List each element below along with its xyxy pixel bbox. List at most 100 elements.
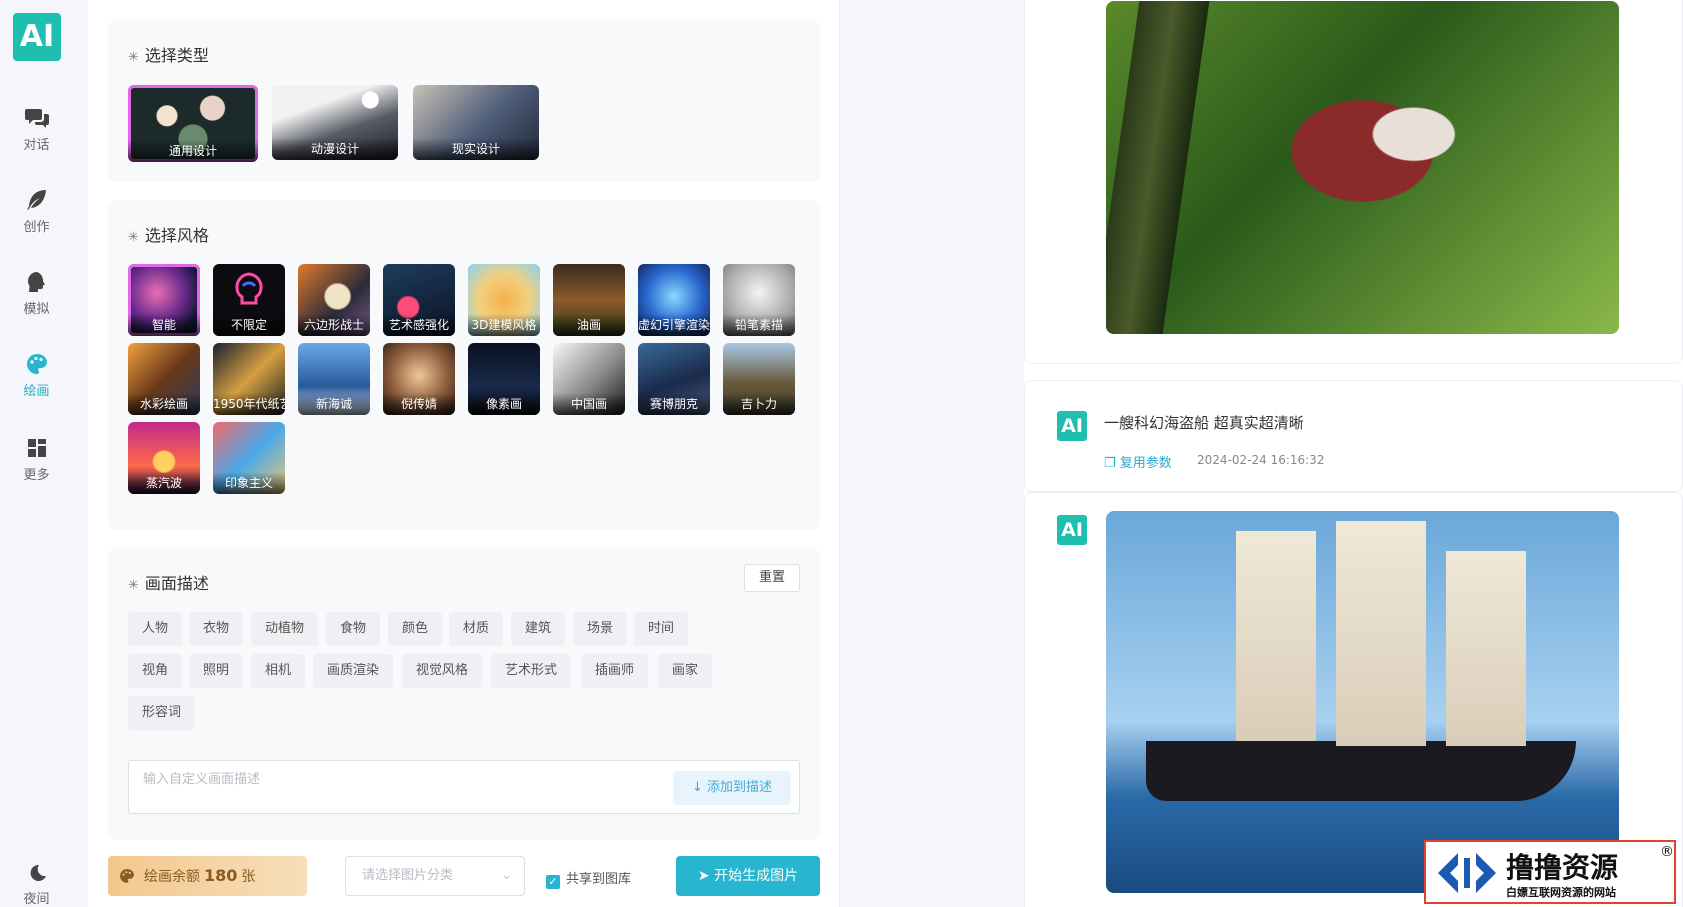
style-thumb-ghibli[interactable]: 吉卜力: [723, 343, 795, 415]
image-category-select[interactable]: 请选择图片分类 ⌄: [345, 856, 525, 896]
watermark-logo: 撸撸资源 ® 白嫖互联网资源的网站: [1424, 840, 1676, 904]
style-thumb-3d[interactable]: 3D建模风格: [468, 264, 540, 336]
timestamp: 2024-02-24 16:16:32: [1197, 453, 1325, 467]
feather-icon: [26, 190, 46, 210]
style-thumb-pencil[interactable]: 铅笔素描: [723, 264, 795, 336]
ai-badge: AI: [1057, 515, 1087, 545]
add-to-description-button[interactable]: ↓ 添加到描述: [673, 771, 791, 805]
style-thumb-impressionism[interactable]: 印象主义: [213, 422, 285, 494]
generated-image-ship[interactable]: [1106, 511, 1619, 893]
description-card: ✳ 画面描述 重置 人物 衣物 动植物 食物 颜色 材质 建筑 场景 时间 视角 …: [108, 548, 820, 840]
registered-mark: ®: [1660, 844, 1674, 860]
style-thumb-smart[interactable]: 智能: [128, 264, 200, 336]
custom-description-box: ↓ 添加到描述: [128, 760, 800, 814]
style-thumb-chinese[interactable]: 中国画: [553, 343, 625, 415]
night-mode-label: 夜间: [23, 892, 50, 907]
night-mode-toggle[interactable]: 夜间: [0, 862, 73, 907]
tag-painter[interactable]: 画家: [658, 654, 713, 688]
tag-adjective[interactable]: 形容词: [128, 696, 196, 730]
head-icon: [27, 272, 45, 292]
asterisk-icon: ✳: [128, 230, 139, 245]
sidebar-item-chat[interactable]: 对话: [0, 106, 73, 153]
tag-render-quality[interactable]: 画质渲染: [313, 654, 394, 688]
tag-perspective[interactable]: 视角: [128, 654, 183, 688]
palette-icon: [26, 354, 47, 374]
style-thumb-art[interactable]: 艺术感强化: [383, 264, 455, 336]
ai-badge: AI: [1057, 411, 1087, 441]
sidebar-item-more[interactable]: 更多: [0, 436, 73, 483]
copy-icon: ❐: [1104, 456, 1120, 471]
drawing-settings-panel: ✳ 选择类型 通用设计 动漫设计 现实设计 ✳ 选择风格 智能 不限定 六边形战士 …: [88, 0, 840, 907]
tag-material[interactable]: 材质: [449, 612, 504, 646]
tag-color[interactable]: 颜色: [388, 612, 443, 646]
style-thumb-vaporwave[interactable]: 蒸汽波: [128, 422, 200, 494]
watermark-emblem-icon: [1438, 853, 1496, 893]
style-thumb-oil[interactable]: 油画: [553, 264, 625, 336]
style-thumb-cyberpunk[interactable]: 赛博朋克: [638, 343, 710, 415]
tag-illustrator[interactable]: 插画师: [581, 654, 649, 688]
prompt-card: AI: [1024, 380, 1683, 492]
asterisk-icon: ✳: [128, 578, 139, 593]
prompt-text: 一艘科幻海盗船 超真实超清晰: [1104, 414, 1304, 432]
type-card: ✳ 选择类型 通用设计 动漫设计 现实设计: [108, 20, 820, 182]
sidebar-item-label: 绘画: [23, 384, 50, 399]
tag-visual-style[interactable]: 视觉风格: [402, 654, 483, 688]
type-section-title: ✳ 选择类型: [128, 46, 209, 65]
quota-value: 180: [204, 866, 238, 885]
type-thumb-realistic[interactable]: 现实设计: [413, 85, 539, 160]
tag-time[interactable]: 时间: [634, 612, 689, 646]
tree-trunk: [1106, 1, 1210, 334]
grid-icon: [27, 439, 46, 457]
tag-food[interactable]: 食物: [326, 612, 381, 646]
style-thumb-unreal[interactable]: 虚幻引擎渲染: [638, 264, 710, 336]
results-feed: AI 一艘科幻海盗船 超真实超清晰 ❐ 复用参数 2024-02-24 16:1…: [1024, 0, 1683, 907]
chat-icon: [24, 109, 49, 128]
ship-hull: [1146, 741, 1576, 801]
share-to-gallery-checkbox[interactable]: ✓ 共享到图库: [546, 868, 631, 889]
style-card: ✳ 选择风格 智能 不限定 六边形战士 艺术感强化 3D建模风格 油画 虚幻引擎渲…: [108, 200, 820, 530]
sidebar: AI 对话 创作 模拟 绘画 更多 夜间: [0, 0, 73, 907]
tag-flora-fauna[interactable]: 动植物: [251, 612, 319, 646]
result-card-squirrel: [1024, 0, 1683, 364]
reuse-params-link[interactable]: ❐ 复用参数: [1104, 452, 1172, 471]
checkbox-checked-icon: ✓: [546, 875, 560, 889]
tag-architecture[interactable]: 建筑: [511, 612, 566, 646]
drawing-quota: 绘画余额 180 张: [108, 856, 307, 896]
tag-clothing[interactable]: 衣物: [189, 612, 244, 646]
style-thumb-watercolor[interactable]: 水彩绘画: [128, 343, 200, 415]
sidebar-item-create[interactable]: 创作: [0, 188, 73, 235]
reset-button[interactable]: 重置: [744, 564, 800, 592]
generated-image-squirrel[interactable]: [1106, 1, 1619, 334]
style-section-title: ✳ 选择风格: [128, 226, 209, 245]
desc-section-title: ✳ 画面描述: [128, 574, 209, 593]
sidebar-item-label: 创作: [23, 220, 50, 235]
sidebar-item-label: 对话: [23, 138, 50, 153]
tag-art-form[interactable]: 艺术形式: [491, 654, 572, 688]
asterisk-icon: ✳: [128, 50, 139, 65]
brain-icon: [235, 272, 263, 305]
tag-scene[interactable]: 场景: [573, 612, 628, 646]
arrow-down-icon: ↓: [691, 780, 707, 795]
ship-sails: [1236, 531, 1316, 741]
style-thumb-shinkai[interactable]: 新海诚: [298, 343, 370, 415]
tag-camera[interactable]: 相机: [251, 654, 306, 688]
custom-description-input[interactable]: [143, 769, 663, 789]
style-thumb-hexagon[interactable]: 六边形战士: [298, 264, 370, 336]
watermark-subtitle: 白嫖互联网资源的网站: [1506, 886, 1616, 899]
type-thumb-general[interactable]: 通用设计: [128, 85, 258, 162]
generate-image-button[interactable]: ➤ 开始生成图片: [676, 856, 820, 896]
tag-lighting[interactable]: 照明: [189, 654, 244, 688]
style-thumb-unlimited[interactable]: 不限定: [213, 264, 285, 336]
tag-person[interactable]: 人物: [128, 612, 183, 646]
sidebar-item-simulate[interactable]: 模拟: [0, 270, 73, 317]
sidebar-item-draw[interactable]: 绘画: [0, 352, 73, 399]
style-thumb-pixel[interactable]: 像素画: [468, 343, 540, 415]
app-logo: AI: [13, 13, 61, 61]
send-icon: ➤: [697, 868, 715, 884]
sidebar-item-label: 更多: [23, 468, 50, 483]
type-thumb-anime[interactable]: 动漫设计: [272, 85, 398, 160]
moon-icon: [30, 864, 46, 881]
style-thumb-ni-chuanjing[interactable]: 倪传婧: [383, 343, 455, 415]
style-thumb-1950s[interactable]: 1950年代纸艺: [213, 343, 285, 415]
sidebar-item-label: 模拟: [23, 302, 50, 317]
